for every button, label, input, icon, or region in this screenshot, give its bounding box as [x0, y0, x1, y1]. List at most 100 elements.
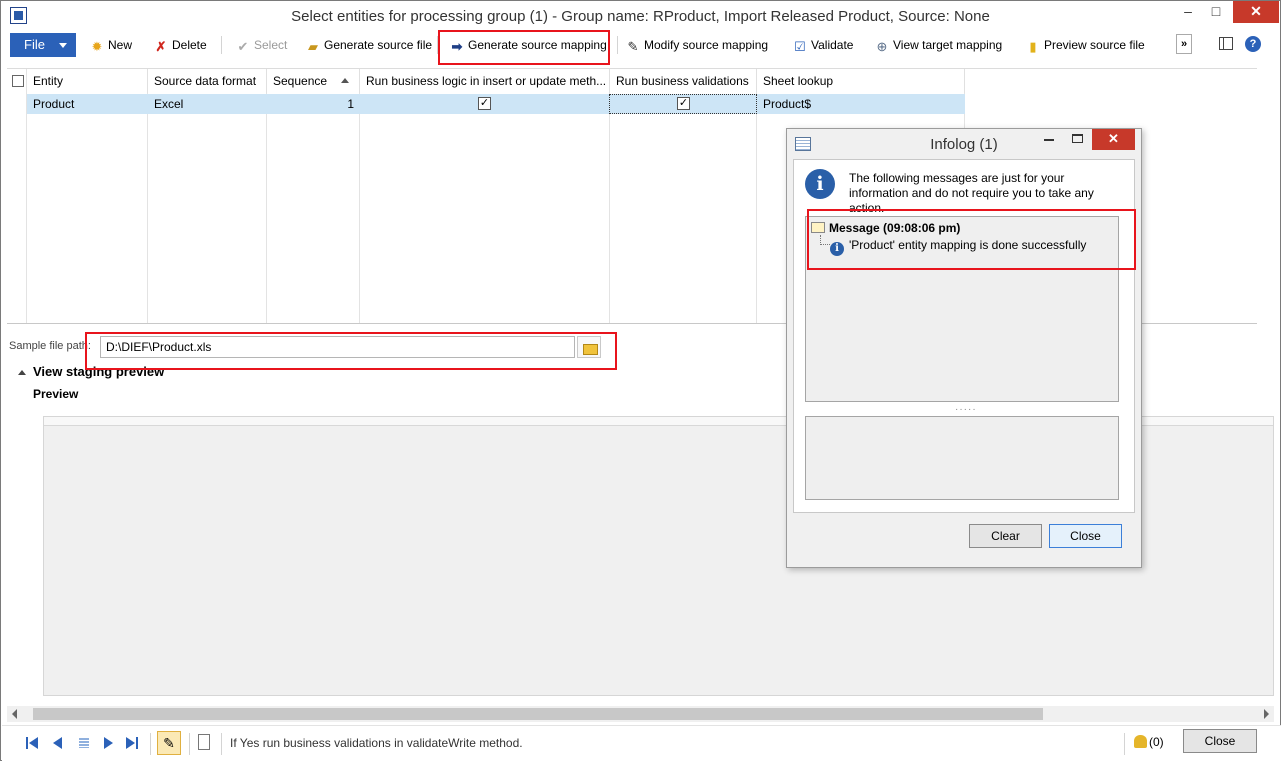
cell-run-business-validations-checkbox[interactable]: ✓	[677, 97, 690, 110]
preview-source-file-button[interactable]: ▮ Preview source file	[1025, 36, 1145, 54]
modify-source-mapping-button[interactable]: ✎ Modify source mapping	[625, 36, 769, 54]
window-title: Select entities for processing group (1)…	[291, 8, 990, 25]
generate-source-mapping-button[interactable]: ➡ Generate source mapping	[449, 36, 607, 54]
folder-edit-icon: ▰	[308, 39, 318, 54]
sort-ascending-icon	[341, 78, 349, 83]
previous-record-icon[interactable]	[48, 735, 64, 751]
grid-column	[7, 69, 27, 323]
toolbar-divider	[437, 36, 438, 54]
collapse-caret-icon[interactable]	[18, 370, 26, 375]
view-staging-preview-header[interactable]: View staging preview	[33, 364, 164, 379]
pane-toggle-icon[interactable]	[1219, 37, 1233, 50]
message-item-text: 'Product' entity mapping is done success…	[849, 238, 1087, 252]
file-menu-button[interactable]: File	[10, 33, 76, 57]
cell-entity[interactable]: Product	[27, 94, 74, 114]
envelope-icon	[811, 222, 825, 233]
chevron-down-icon	[59, 43, 67, 48]
horizontal-scrollbar[interactable]	[7, 706, 1274, 722]
column-header-run-business-validations[interactable]: Run business validations	[610, 69, 757, 93]
column-header-sequence[interactable]: Sequence	[267, 69, 360, 93]
infolog-dialog: Infolog (1) ✕ i The following messages a…	[786, 128, 1142, 568]
browse-folder-icon[interactable]	[577, 336, 601, 358]
info-small-icon: i	[830, 242, 844, 256]
checkbox-icon: ☑	[794, 39, 806, 54]
first-record-icon[interactable]	[24, 735, 40, 751]
generate-source-mapping-label: Generate source mapping	[468, 38, 607, 52]
maximize-button[interactable]: □	[1203, 1, 1229, 23]
title-bar: Select entities for processing group (1)…	[1, 1, 1280, 31]
record-list-icon[interactable]	[76, 735, 92, 751]
sun-star-icon: ✹	[91, 39, 103, 54]
tree-connector	[820, 235, 830, 245]
more-actions-button[interactable]: »	[1176, 34, 1192, 54]
status-message: If Yes run business validations in valid…	[230, 736, 523, 750]
message-tree[interactable]: Message (09:08:06 pm) i 'Product' entity …	[805, 216, 1119, 402]
cylinder-icon: ▮	[1029, 39, 1037, 54]
preview-source-file-label: Preview source file	[1044, 38, 1145, 52]
modify-source-mapping-label: Modify source mapping	[644, 38, 769, 52]
cell-sequence[interactable]: 1	[267, 94, 360, 114]
clear-button[interactable]: Clear	[969, 524, 1042, 548]
infolog-window-close-button[interactable]: ✕	[1092, 129, 1135, 150]
generate-source-file-label: Generate source file	[324, 38, 433, 52]
message-group-header[interactable]: Message (09:08:06 pm)	[811, 221, 960, 235]
window-close-button[interactable]: ✕	[1233, 1, 1279, 23]
validate-label: Validate	[811, 38, 854, 52]
infolog-close-button[interactable]: Close	[1049, 524, 1122, 548]
notifications-count: (0)	[1149, 735, 1164, 749]
action-toolbar: File ✹ New ✗ Delete ✔ Select ▰ Generate sour…	[5, 32, 1280, 58]
cell-sheet-lookup[interactable]: Product$	[757, 94, 811, 114]
pen-icon: ✎	[627, 39, 639, 54]
column-header-source-data-format[interactable]: Source data format	[148, 69, 267, 93]
minimize-button[interactable]: –	[1173, 1, 1203, 23]
infolog-maximize-button[interactable]	[1072, 134, 1083, 143]
map-view-icon: ⊕	[876, 39, 888, 54]
new-button[interactable]: ✹ New	[89, 36, 132, 54]
document-handling-icon[interactable]	[198, 734, 210, 750]
delete-button[interactable]: ✗ Delete	[153, 36, 207, 54]
sample-file-path-label: Sample file path:	[9, 340, 91, 352]
pencil-icon: ✎	[163, 735, 175, 751]
new-label: New	[108, 38, 133, 52]
validate-button[interactable]: ☑ Validate	[792, 36, 853, 54]
message-item[interactable]: i 'Product' entity mapping is done succes…	[830, 238, 1086, 256]
scrollbar-thumb[interactable]	[33, 708, 1043, 720]
cell-run-business-logic-checkbox[interactable]: ✓	[478, 97, 491, 110]
delete-label: Delete	[172, 38, 207, 52]
main-window: Select entities for processing group (1)…	[0, 0, 1281, 761]
check-icon: ✔	[237, 39, 249, 54]
status-bar: ✎ If Yes run business validations in val…	[2, 725, 1281, 761]
help-icon[interactable]: ?	[1245, 36, 1261, 52]
cell-source-format[interactable]: Excel	[148, 94, 183, 114]
close-button[interactable]: Close	[1183, 729, 1257, 753]
message-header-text: Message (09:08:06 pm)	[829, 221, 961, 235]
sample-file-path-input[interactable]: D:\DIEF\Product.xls	[100, 336, 575, 358]
view-target-mapping-button[interactable]: ⊕ View target mapping	[874, 36, 1003, 54]
column-header-entity[interactable]: Entity	[27, 69, 148, 93]
bell-icon	[1134, 735, 1147, 748]
infolog-minimize-button[interactable]	[1044, 139, 1054, 141]
arrow-right-icon: ➡	[451, 39, 463, 54]
information-icon: i	[805, 169, 835, 199]
next-record-icon[interactable]	[102, 735, 118, 751]
column-header-run-business-logic[interactable]: Run business logic in insert or update m…	[360, 69, 610, 93]
column-header-sheet-lookup[interactable]: Sheet lookup	[757, 69, 965, 93]
scroll-right-icon[interactable]	[1264, 709, 1269, 719]
scroll-left-icon[interactable]	[12, 709, 17, 719]
generate-source-file-button[interactable]: ▰ Generate source file	[305, 36, 432, 54]
infolog-intro-text: The following messages are just for your…	[849, 171, 1094, 215]
status-divider	[150, 733, 151, 755]
preview-label: Preview	[33, 387, 79, 401]
red-x-icon: ✗	[155, 39, 167, 54]
select-button[interactable]: ✔ Select	[235, 36, 288, 54]
view-target-mapping-label: View target mapping	[893, 38, 1003, 52]
select-all-checkbox[interactable]	[12, 75, 24, 87]
toolbar-divider	[617, 36, 618, 54]
notifications-indicator[interactable]: (0)	[1134, 734, 1164, 750]
edit-mode-button[interactable]: ✎	[157, 731, 181, 755]
select-label: Select	[254, 38, 288, 52]
column-header-sequence-label: Sequence	[273, 74, 328, 88]
splitter-handle[interactable]: ·····	[955, 404, 977, 415]
last-record-icon[interactable]	[124, 735, 140, 751]
file-label: File	[24, 37, 45, 52]
